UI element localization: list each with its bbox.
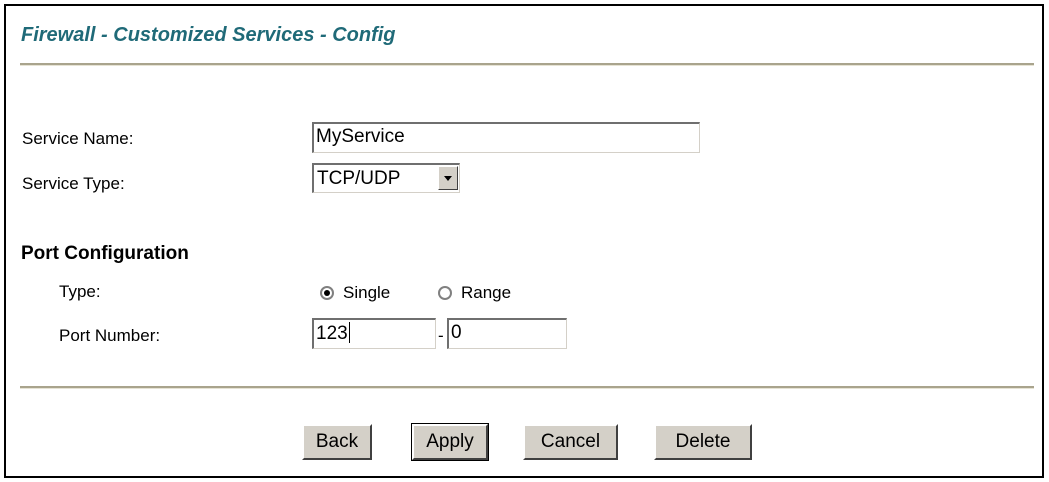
- port-start-input[interactable]: 123: [312, 318, 436, 349]
- config-panel: Firewall - Customized Services - Config …: [4, 4, 1044, 478]
- service-type-label: Service Type:: [22, 174, 125, 193]
- service-name-label: Service Name:: [22, 129, 134, 148]
- service-type-select[interactable]: TCP/UDP: [312, 163, 460, 193]
- type-label: Type:: [59, 282, 101, 301]
- radio-single[interactable]: [320, 286, 334, 300]
- back-button[interactable]: Back: [302, 424, 372, 460]
- service-name-input[interactable]: MyService: [312, 122, 700, 153]
- bottom-divider: [20, 386, 1034, 389]
- text-caret: [348, 322, 350, 343]
- port-end-input[interactable]: 0: [447, 318, 567, 349]
- cancel-button[interactable]: Cancel: [523, 424, 618, 460]
- radio-range[interactable]: [438, 286, 452, 300]
- port-number-label: Port Number:: [59, 326, 161, 345]
- port-end-value: 0: [451, 322, 462, 343]
- page-title: Firewall - Customized Services - Config: [21, 24, 396, 46]
- service-name-value: MyService: [316, 126, 405, 147]
- radio-single-label[interactable]: Single: [343, 283, 390, 303]
- radio-range-label[interactable]: Range: [461, 283, 511, 303]
- service-type-value: TCP/UDP: [317, 168, 401, 189]
- port-start-value: 123: [316, 323, 348, 344]
- delete-button[interactable]: Delete: [654, 424, 752, 460]
- apply-button[interactable]: Apply: [411, 423, 489, 461]
- chevron-down-icon[interactable]: [438, 166, 458, 190]
- top-divider: [20, 63, 1034, 66]
- port-configuration-heading: Port Configuration: [21, 243, 189, 264]
- port-separator: -: [438, 326, 444, 345]
